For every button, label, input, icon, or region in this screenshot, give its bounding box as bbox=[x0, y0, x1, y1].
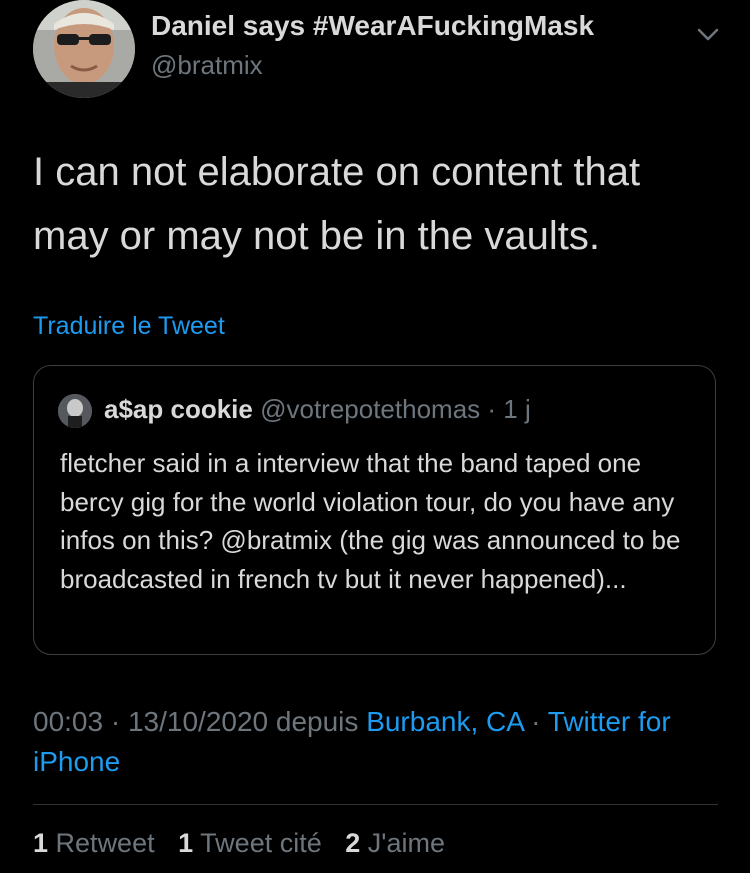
tweet-time: 00:03 bbox=[33, 706, 104, 737]
author-name[interactable]: Daniel says #WearAFuckingMask bbox=[151, 10, 594, 42]
quote-tweets-stat[interactable]: 1 Tweet cité bbox=[178, 828, 322, 858]
quoted-author-avatar bbox=[58, 394, 92, 428]
likes-label: J'aime bbox=[367, 828, 445, 858]
author-avatar[interactable] bbox=[33, 0, 135, 98]
translate-tweet-link[interactable]: Traduire le Tweet bbox=[33, 312, 225, 341]
likes-count: 2 bbox=[345, 828, 361, 858]
retweets-label: Retweet bbox=[55, 828, 155, 858]
quoted-text: fletcher said in a interview that the ba… bbox=[60, 448, 681, 594]
meta-separator: · bbox=[110, 706, 121, 737]
likes-stat[interactable]: 2 J'aime bbox=[345, 828, 445, 858]
quoted-author-handle: @votrepotethomas bbox=[260, 394, 481, 424]
tweet-text: I can not elaborate on content that may … bbox=[33, 150, 641, 258]
tweet-meta: 00:03 · 13/10/2020 depuis Burbank, CA · … bbox=[33, 702, 723, 782]
location-link[interactable]: Burbank, CA bbox=[366, 706, 523, 737]
quoted-author-name: a$ap cookie bbox=[104, 394, 253, 424]
quote-tweets-count: 1 bbox=[178, 828, 194, 858]
divider bbox=[33, 804, 718, 805]
quote-tweets-label: Tweet cité bbox=[200, 828, 322, 858]
quoted-separator: · bbox=[487, 394, 497, 424]
quoted-time: 1 j bbox=[503, 394, 531, 424]
meta-separator: · bbox=[531, 706, 541, 737]
chevron-down-icon[interactable] bbox=[694, 20, 722, 48]
quoted-header: a$ap cookie @votrepotethomas · 1 j bbox=[104, 394, 531, 425]
retweets-count: 1 bbox=[33, 828, 49, 858]
author-handle[interactable]: @bratmix bbox=[151, 50, 263, 81]
retweets-stat[interactable]: 1 Retweet bbox=[33, 828, 155, 858]
quoted-tweet-card[interactable]: a$ap cookie @votrepotethomas · 1 j fletc… bbox=[33, 365, 716, 655]
via-label: depuis bbox=[275, 706, 359, 737]
engagement-stats: 1 Retweet 1 Tweet cité 2 J'aime bbox=[33, 828, 461, 859]
tweet-date: 13/10/2020 bbox=[127, 706, 269, 737]
